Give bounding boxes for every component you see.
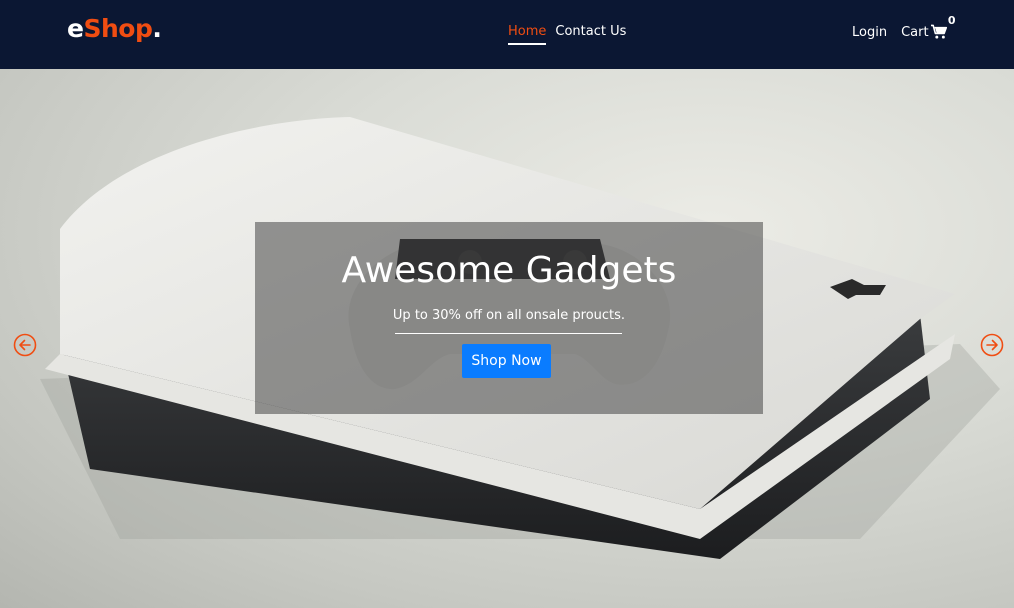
shop-now-button[interactable]: Shop Now [462, 344, 551, 378]
cart-count-badge: 0 [947, 14, 956, 27]
cart-label: Cart [901, 24, 929, 40]
navbar: eShop. Home Contact Us Login Cart 0 [0, 0, 1014, 69]
brand-logo[interactable]: eShop. [67, 14, 162, 43]
cart-link[interactable]: Cart 0 [901, 14, 956, 40]
nav-actions: Login Cart 0 [852, 14, 956, 40]
nav-link-home[interactable]: Home [508, 24, 547, 45]
main-nav: Home Contact Us [508, 24, 626, 45]
hero-carousel: Awesome Gadgets Up to 30% off on all ons… [0, 69, 1014, 608]
nav-link-contact[interactable]: Contact Us [555, 24, 626, 45]
brand-logo-part-3: . [152, 14, 162, 43]
hero-caption: Awesome Gadgets Up to 30% off on all ons… [255, 222, 763, 414]
hero-subtitle: Up to 30% off on all onsale proucts. [392, 308, 626, 323]
arrow-left-circle-icon[interactable] [13, 333, 37, 357]
caption-divider [395, 333, 622, 334]
arrow-right-circle-icon[interactable] [980, 333, 1004, 357]
brand-logo-part-1: e [67, 14, 84, 43]
hero-title: Awesome Gadgets [341, 250, 677, 291]
cart-icon [930, 24, 947, 39]
login-link[interactable]: Login [852, 25, 887, 40]
brand-logo-part-2: Shop [83, 14, 153, 43]
